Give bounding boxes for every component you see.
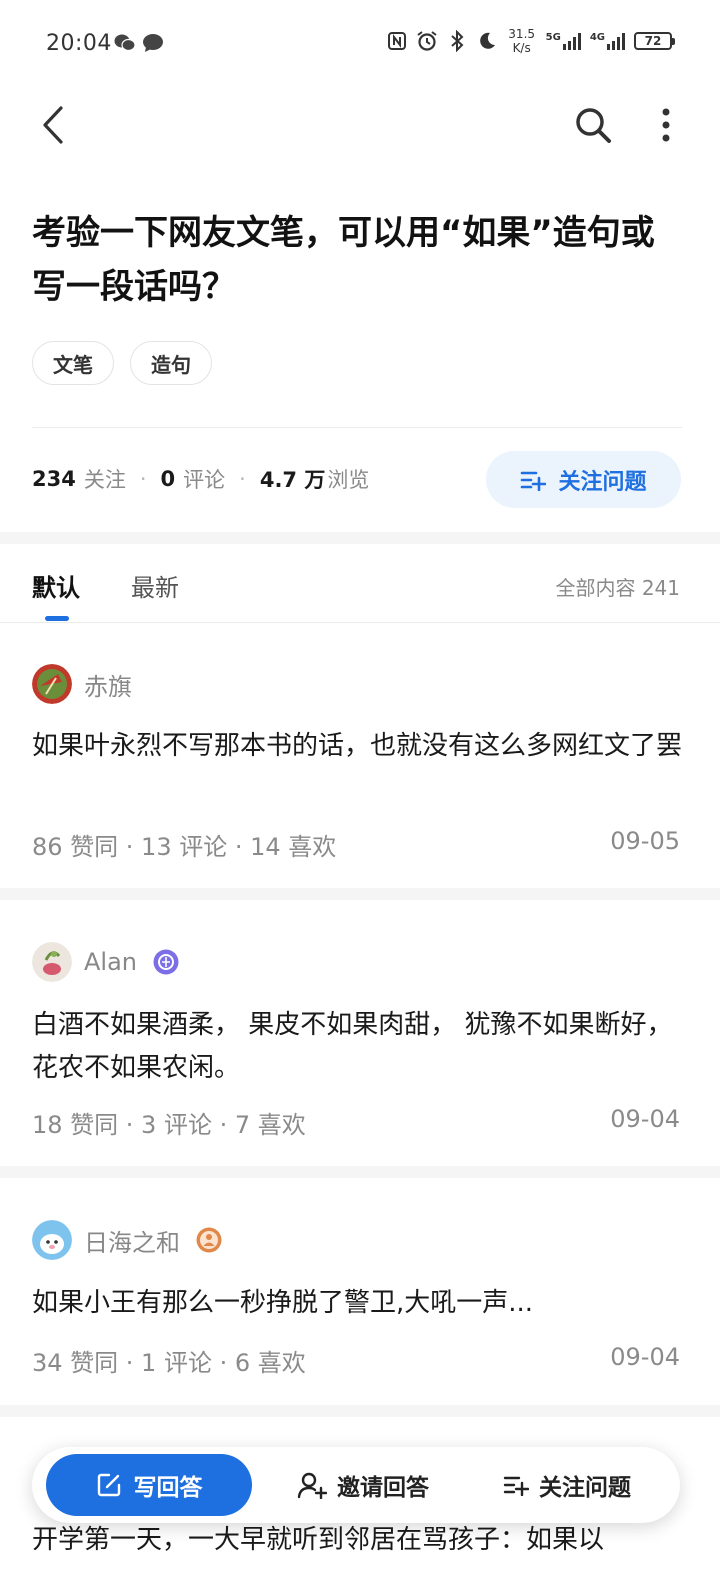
write-answer-label: 写回答 [133,1475,203,1501]
answer-card[interactable]: Alan 白酒不如果酒柔， 果皮不如果肉甜， 犹豫不如果断好， 花农不如果农闲。… [0,900,720,1166]
comments-label[interactable]: 评论 [183,464,225,494]
answer-date: 09-04 [610,1105,680,1133]
edit-icon [97,1473,120,1497]
message-icon [143,34,163,52]
top-nav-bar [0,90,720,160]
avatar[interactable] [32,1220,72,1260]
topic-tag[interactable]: 文笔 [32,341,114,385]
followers-count: 234 [32,467,76,491]
separator-dot: · [239,467,246,491]
divider [32,427,682,428]
network-speed-unit: K/s [512,41,531,55]
nfc-icon [386,30,408,52]
back-button[interactable] [30,102,76,148]
follow-list-icon [521,471,547,491]
invite-answer-label: 邀请回答 [337,1475,429,1501]
followers-label: 关注 [83,468,126,492]
signal-5g-label: 5G [545,32,561,43]
more-options-button[interactable] [646,102,686,148]
answer-stats: 34 赞同 · 1 评论 · 6 喜欢 [32,1349,306,1377]
tab-default[interactable]: 默认 [32,568,80,603]
answer-date: 09-04 [610,1343,680,1371]
bluetooth-icon [446,30,468,52]
author-name[interactable]: 赤旗 [84,667,132,702]
status-notification-icons [114,33,164,53]
wechat-icon [114,34,136,52]
comments-count: 0 [160,467,176,491]
avatar[interactable] [32,942,72,982]
section-separator [0,532,720,544]
answer-excerpt-partial[interactable]: 开学第一天，一大早就听到邻居在骂孩子：如果以 [32,1519,692,1562]
status-system-icons: 31.5 K/s 5G 4G 72 [386,27,675,55]
author-name[interactable]: 日海之和 [84,1223,180,1258]
answer-excerpt[interactable]: 如果小王有那么一秒挣脱了警卫,大吼一声... [32,1282,682,1325]
separator-dot: · [139,467,147,491]
invite-answer-button[interactable]: 邀请回答 [288,1454,438,1516]
views-label: 浏览 [327,468,370,492]
chevron-left-icon [43,106,63,144]
do-not-disturb-moon-icon [476,30,498,52]
topic-tags: 文笔 造句 [32,341,212,385]
tab-newest[interactable]: 最新 [131,568,179,603]
topic-tag[interactable]: 造句 [130,341,212,385]
answer-excerpt[interactable]: 如果叶永烈不写那本书的话，也就没有这么多网红文了罢 [32,725,682,768]
answer-author[interactable]: 日海之和 [32,1220,222,1260]
alarm-icon [416,30,438,52]
answer-card[interactable]: 日海之和 如果小王有那么一秒挣脱了警卫,大吼一声... 34 赞同 · 1 评论… [0,1178,720,1405]
answer-stats: 18 赞同 · 3 评论 · 7 喜欢 [32,1111,306,1139]
answer-separator [0,888,720,900]
bottom-action-bar: 写回答 邀请回答 关注问题 [32,1447,680,1523]
sort-tabs: 默认 最新 全部内容 241 [0,544,720,622]
follow-question-button[interactable]: 关注问题 [486,451,681,508]
invite-user-icon [297,1472,327,1499]
answer-separator [0,1405,720,1417]
avatar[interactable] [32,664,72,704]
status-time: 20:04 [46,31,112,56]
question-title: 考验一下网友文笔，可以用“如果”造句或写一段话吗？ [32,213,655,307]
answer-author[interactable]: Alan [32,942,179,982]
answer-meta: 34 赞同 · 1 评论 · 6 喜欢 09-04 [32,1343,680,1378]
more-vertical-icon [662,108,670,142]
network-speed-value: 31.5 [508,27,536,41]
follow-question-label: 关注问题 [558,469,647,495]
views-count: 4.7 万 [259,468,326,492]
answer-meta: 86 赞同 · 13 评论 · 14 喜欢 09-05 [32,827,680,862]
write-answer-button[interactable]: 写回答 [46,1454,252,1516]
follow-question-bottom-button[interactable]: 关注问题 [492,1454,642,1516]
answer-author[interactable]: 赤旗 [32,664,132,704]
answer-card[interactable]: 赤旗 如果叶永烈不写那本书的话，也就没有这么多网红文了罢 86 赞同 · 13 … [0,623,720,888]
status-bar: 20:04 31.5 K/s 5G 4G 72 [0,0,720,90]
answer-separator [0,1166,720,1178]
verified-badge-icon [153,949,179,975]
answer-meta: 18 赞同 · 3 评论 · 7 喜欢 09-04 [32,1105,680,1140]
battery-indicator: 72 [634,32,675,50]
signal-4g-icon: 4G [590,32,626,50]
search-icon [576,108,611,143]
answer-date: 09-05 [610,827,680,855]
signal-5g-icon: 5G [546,32,582,50]
network-speed: 31.5 K/s [506,27,538,55]
signal-4g-label: 4G [589,32,605,43]
all-content-count[interactable]: 全部内容 241 [555,572,680,601]
question-stats: 234 关注 · 0 评论 · 4.7 万 浏览 [32,464,369,494]
follow-question-bottom-label: 关注问题 [539,1475,631,1501]
search-button[interactable] [570,102,616,148]
author-name[interactable]: Alan [84,948,137,976]
answer-excerpt[interactable]: 白酒不如果酒柔， 果皮不如果肉甜， 犹豫不如果断好， 花农不如果农闲。 [32,1004,682,1090]
user-badge-icon [196,1227,222,1253]
active-tab-indicator [45,616,69,621]
follow-list-icon [503,1476,529,1496]
answer-stats: 86 赞同 · 13 评论 · 14 喜欢 [32,833,337,861]
